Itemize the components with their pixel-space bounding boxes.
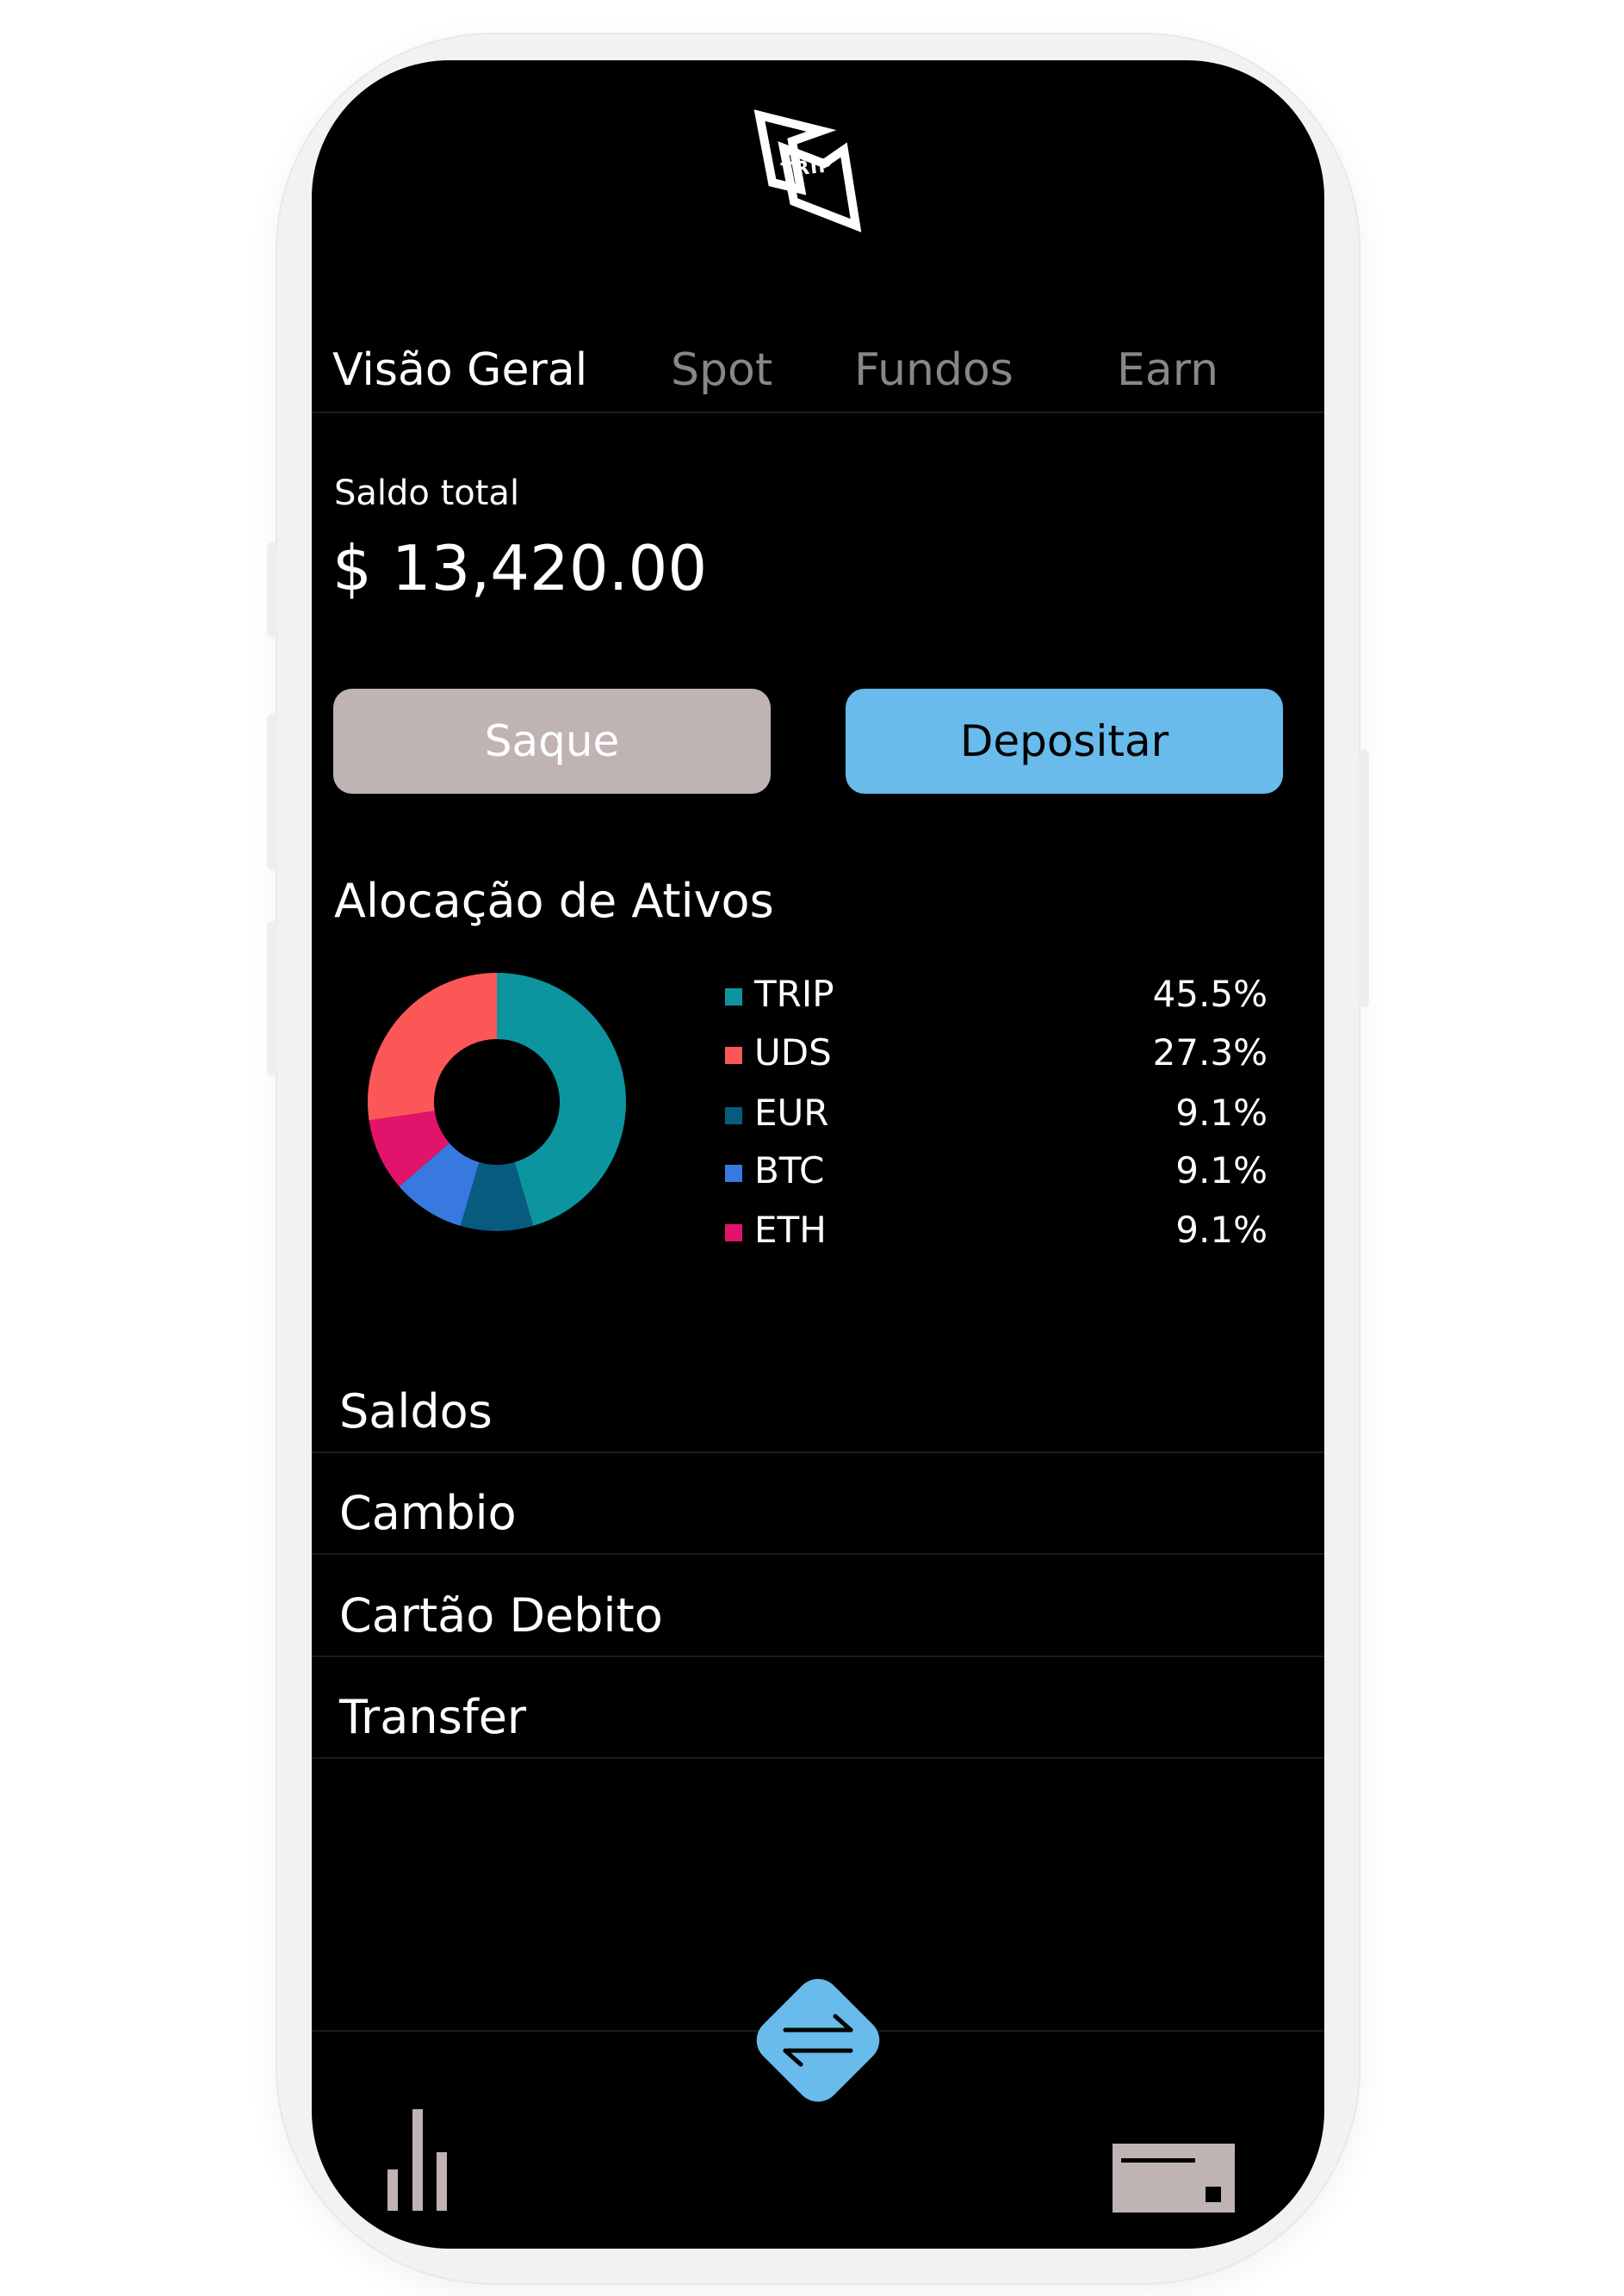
legend-percent: 9.1% — [1175, 1209, 1268, 1251]
withdraw-button[interactable]: Saque — [333, 689, 771, 794]
legend-percent: 9.1% — [1175, 1092, 1268, 1134]
tab-divider — [312, 412, 1324, 413]
legend-swatch-btc — [725, 1165, 742, 1182]
tab-fundos[interactable]: Fundos — [854, 344, 1013, 396]
app-screen: TRIP Visão Geral Spot Fundos Earn Saldo … — [312, 60, 1324, 2249]
balance-label: Saldo total — [334, 473, 520, 513]
legend-name: UDS — [754, 1031, 832, 1074]
legend-percent: 9.1% — [1175, 1149, 1268, 1191]
divider — [312, 1757, 1324, 1759]
swap-button-shape — [756, 1978, 880, 2102]
menu-label: Transfer — [339, 1690, 527, 1744]
legend-row-eur: EUR 9.1% — [716, 1092, 1268, 1143]
legend-swatch-eur — [725, 1107, 742, 1124]
legend-row-btc: BTC 9.1% — [716, 1149, 1268, 1201]
tab-visao-geral[interactable]: Visão Geral — [332, 344, 587, 396]
legend-row-uds: UDS 27.3% — [716, 1031, 1268, 1083]
legend-name: EUR — [754, 1092, 829, 1134]
donut-slice-uds — [368, 973, 497, 1121]
allocation-title: Alocação de Ativos — [334, 874, 774, 928]
legend-name: TRIP — [754, 973, 834, 1015]
legend-percent: 45.5% — [1152, 973, 1268, 1015]
legend-row-trip: TRIP 45.5% — [716, 973, 1268, 1024]
legend-percent: 27.3% — [1152, 1031, 1268, 1074]
legend-swatch-eth — [725, 1224, 742, 1241]
menu-label: Cambio — [339, 1486, 517, 1540]
menu-label: Saldos — [339, 1384, 493, 1439]
divider — [312, 1553, 1324, 1555]
bar-chart-icon[interactable] — [387, 2107, 448, 2211]
legend-name: ETH — [754, 1209, 827, 1251]
tab-spot[interactable]: Spot — [671, 344, 772, 396]
legend-swatch-trip — [725, 988, 742, 1006]
legend-row-eth: ETH 9.1% — [716, 1209, 1268, 1260]
legend-name: BTC — [754, 1149, 825, 1191]
card-icon[interactable] — [1113, 2144, 1235, 2212]
menu-item-cambio[interactable]: Cambio — [312, 1453, 1324, 1555]
deposit-button[interactable]: Depositar — [846, 689, 1283, 794]
menu-item-saldos[interactable]: Saldos — [312, 1352, 1324, 1453]
menu-item-transfer[interactable]: Transfer — [312, 1657, 1324, 1759]
phone-side-button — [1359, 749, 1369, 1007]
balance-value: $ 13,420.00 — [332, 532, 708, 604]
allocation-donut-chart — [368, 973, 626, 1231]
phone-side-button — [267, 542, 277, 637]
tab-earn[interactable]: Earn — [1117, 344, 1218, 396]
swap-button[interactable] — [732, 1954, 904, 2126]
legend-swatch-uds — [725, 1047, 742, 1064]
menu-item-cartao-debito[interactable]: Cartão Debito — [312, 1556, 1324, 1657]
menu-label: Cartão Debito — [339, 1588, 663, 1643]
phone-side-button — [267, 921, 277, 1076]
tab-bar: Visão Geral Spot Fundos Earn — [312, 344, 1324, 413]
phone-side-button — [267, 715, 277, 870]
